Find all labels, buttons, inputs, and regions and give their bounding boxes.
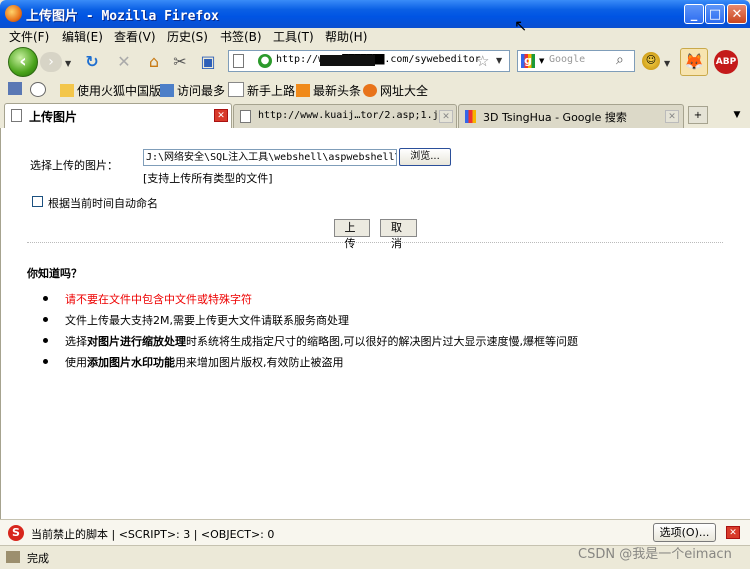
site-identity-icon[interactable]: ●: [258, 54, 272, 68]
status-icon: [6, 551, 20, 563]
blocked-scripts-text: 当前禁止的脚本 | <SCRIPT>: 3 | <OBJECT>: 0: [31, 528, 275, 541]
history-clock-icon[interactable]: [30, 82, 49, 98]
redaction-bar: [320, 55, 375, 66]
history-dropdown-icon[interactable]: ▼: [65, 59, 71, 68]
title-bar[interactable]: 上传图片 - Mozilla Firefox _ □ ✕: [0, 0, 750, 28]
tab-upload-image[interactable]: 上传图片 ✕: [4, 103, 232, 129]
page-icon: [233, 54, 244, 68]
bookmarks-sidebar-icon[interactable]: [8, 82, 25, 96]
menu-view[interactable]: 查看(V): [114, 28, 156, 45]
supported-types-note: [支持上传所有类型的文件]: [143, 172, 273, 185]
status-bar: 完成 CSDN @我是一个eimacn: [0, 545, 750, 569]
search-bar[interactable]: g ▼ Google ⌕: [517, 50, 635, 72]
close-tab-icon[interactable]: ✕: [439, 110, 453, 123]
divider: [27, 242, 723, 243]
menu-bar: 文件(F) 编辑(E) 查看(V) 历史(S) 书签(B) 工具(T) 帮助(H…: [0, 28, 750, 45]
screenshot-icon[interactable]: ▣: [198, 52, 218, 72]
firefox-window: 上传图片 - Mozilla Firefox _ □ ✕ ↖ 文件(F) 编辑(…: [0, 0, 750, 569]
list-item: 选择对图片进行缩放处理时系统将生成指定尺寸的缩略图,可以很好的解决图片过大显示速…: [43, 333, 578, 354]
firefox-icon: [363, 84, 377, 97]
minimize-button[interactable]: _: [684, 4, 704, 24]
new-tab-button[interactable]: +: [688, 106, 708, 124]
url-text[interactable]: http://www.███████.com/sywebeditor: [276, 54, 484, 65]
cancel-button[interactable]: 取 消: [380, 219, 417, 250]
tab-google-search[interactable]: 3D TsingHua - Google 搜索 ✕: [458, 104, 684, 128]
auto-name-label[interactable]: 根据当前时间自动命名: [48, 195, 158, 211]
file-path-input[interactable]: J:\网络安全\SQL注入工具\webshell\aspwebshell\2: [143, 149, 397, 166]
adblock-plus-icon[interactable]: ABP: [714, 50, 738, 74]
bookmark-star-icon[interactable]: ☆: [476, 52, 489, 70]
google-icon: [465, 110, 476, 123]
choose-image-label: 选择上传的图片：: [30, 159, 118, 172]
menu-edit[interactable]: 编辑(E): [62, 28, 103, 45]
page-content: 选择上传的图片： J:\网络安全\SQL注入工具\webshell\aspweb…: [0, 128, 750, 519]
browse-button[interactable]: 浏览...: [399, 148, 451, 166]
addon-dropdown-icon[interactable]: ▼: [664, 59, 670, 68]
page-icon: [11, 109, 22, 122]
list-item: 使用添加图片水印功能用来增加图片版权,有效防止被盗用: [43, 354, 578, 375]
menu-tools[interactable]: 工具(T): [273, 28, 314, 45]
home-icon[interactable]: ⌂: [144, 52, 164, 72]
url-bar[interactable]: ● http://www.███████.com/sywebeditor ☆ ▼: [228, 50, 510, 72]
tab-strip: 上传图片 ✕ http://www.kuaij…tor/2.asp;1.jpg …: [0, 102, 750, 129]
folder-icon: [160, 84, 174, 97]
folder-icon: [60, 84, 74, 97]
menu-history[interactable]: 历史(S): [167, 28, 208, 45]
reload-icon[interactable]: ↻: [82, 52, 102, 72]
menu-file[interactable]: 文件(F): [9, 28, 49, 45]
search-input[interactable]: Google: [549, 54, 585, 65]
fox-addon-icon[interactable]: 🦊: [680, 48, 708, 76]
upload-button[interactable]: 上 传: [334, 219, 370, 250]
bookmark-item[interactable]: 访问最多: [160, 82, 225, 99]
noscript-bar: S 当前禁止的脚本 | <SCRIPT>: 3 | <OBJECT>: 0 选项…: [0, 519, 750, 545]
bookmark-item[interactable]: 最新头条: [296, 82, 361, 99]
list-item: 文件上传最大支持2M,需要上传更大文件请联系服务商处理: [43, 312, 578, 333]
url-dropdown-icon[interactable]: ▼: [496, 56, 502, 65]
status-text: 完成: [27, 552, 49, 565]
bookmarks-toolbar: 使用火狐中国版 访问最多 新手上路 最新头条 网址大全: [0, 79, 750, 101]
close-notification-icon[interactable]: ✕: [726, 526, 740, 539]
auto-name-checkbox[interactable]: [32, 196, 43, 207]
close-window-button[interactable]: ✕: [727, 4, 747, 24]
tips-list: 请不要在文件中包含中文件或特殊字符 文件上传最大支持2M,需要上传更大文件请联系…: [43, 291, 578, 375]
search-magnifier-icon[interactable]: ⌕: [616, 52, 624, 68]
bullet-icon: [43, 317, 48, 322]
bookmark-item[interactable]: 网址大全: [363, 82, 428, 99]
page-icon: [228, 82, 244, 97]
forward-button[interactable]: ›: [40, 52, 62, 72]
bookmark-item[interactable]: 使用火狐中国版: [60, 82, 161, 99]
page-icon: [240, 110, 251, 123]
tab-list-dropdown-icon[interactable]: ▼: [728, 106, 746, 124]
stop-icon[interactable]: ✕: [114, 52, 134, 72]
addon-icon[interactable]: ☺: [642, 52, 660, 70]
noscript-icon[interactable]: S: [8, 525, 24, 541]
options-button[interactable]: 选项(O)...: [653, 523, 716, 542]
tab-kuaij[interactable]: http://www.kuaij…tor/2.asp;1.jpg ✕: [233, 104, 457, 128]
menu-help[interactable]: 帮助(H): [325, 28, 367, 45]
bullet-icon: [43, 296, 48, 301]
search-engine-dropdown-icon[interactable]: ▼: [539, 57, 544, 65]
bookmark-item[interactable]: 新手上路: [228, 82, 295, 99]
bullet-icon: [43, 338, 48, 343]
close-tab-icon[interactable]: ✕: [214, 109, 228, 122]
menu-bookmarks[interactable]: 书签(B): [220, 28, 262, 45]
watermark: CSDN @我是一个eimacn: [578, 547, 732, 562]
close-tab-icon[interactable]: ✕: [665, 110, 679, 123]
google-icon[interactable]: g: [521, 54, 535, 68]
rss-icon: [296, 84, 310, 97]
maximize-button[interactable]: □: [705, 4, 725, 24]
window-title: 上传图片 - Mozilla Firefox: [26, 9, 219, 24]
back-button[interactable]: ‹: [8, 47, 38, 77]
navigation-toolbar: ‹ › ▼ ↻ ✕ ⌂ ✂ ▣ ● http://www.███████.com…: [0, 46, 750, 78]
bullet-icon: [43, 359, 48, 364]
list-item: 请不要在文件中包含中文件或特殊字符: [43, 291, 578, 312]
tips-heading: 你知道吗？: [27, 267, 82, 280]
cut-icon[interactable]: ✂: [170, 52, 190, 72]
firefox-logo-icon: [5, 5, 22, 22]
